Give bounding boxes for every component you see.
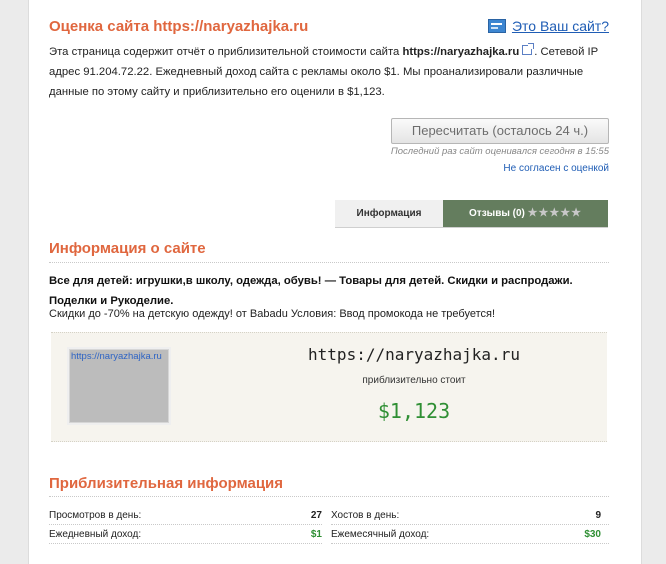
daily-income-label: Ежедневный доход: <box>49 529 142 540</box>
monthly-income-value: $30 <box>584 529 601 540</box>
disagree-link[interactable]: Не согласен с оценкой <box>503 163 609 174</box>
section-divider <box>49 262 609 263</box>
tab-reviews-label: Отзывы (0) <box>469 208 525 219</box>
tab-reviews[interactable]: Отзывы (0) ★★★★★ <box>443 200 608 227</box>
row-divider <box>331 543 609 544</box>
site-card-icon <box>487 19 506 33</box>
row-divider <box>331 524 609 525</box>
valuation-box: https://naryazhajka.ru https://naryazhaj… <box>51 332 607 442</box>
own-site-link-label: Это Ваш сайт? <box>511 18 609 34</box>
external-link-icon[interactable] <box>522 43 535 55</box>
hosts-label: Хостов в день: <box>331 510 400 521</box>
thumbnail-label[interactable]: https://naryazhajka.ru <box>71 351 162 362</box>
intro-part1: Эта страница содержит отчёт о приблизите… <box>49 46 403 58</box>
approx-info-title: Приблизительная информация <box>49 475 284 492</box>
tab-info[interactable]: Информация <box>335 200 443 227</box>
own-site-link[interactable]: Это Ваш сайт? <box>487 18 609 34</box>
daily-income-value: $1 <box>310 529 322 540</box>
monthly-income-label: Ежемесячный доход: <box>331 529 430 540</box>
row-divider <box>49 543 322 544</box>
last-evaluated-note: Последний раз сайт оценивался сегодня в … <box>390 146 609 157</box>
site-price: $1,123 <box>377 399 451 423</box>
row-divider <box>49 524 322 525</box>
page-title: Оценка сайта https://naryazhajka.ru <box>49 18 309 35</box>
site-description: Скидки до -70% на детскую одежду! от Bab… <box>49 308 496 320</box>
valuation-site-url: https://naryazhajka.ru <box>308 345 520 364</box>
approx-label: приблизительно стоит <box>362 375 466 386</box>
views-label: Просмотров в день: <box>49 510 142 521</box>
site-info-title: Информация о сайте <box>49 240 206 257</box>
intro-text: Эта страница содержит отчёт о приблизите… <box>49 42 611 102</box>
rating-stars-icon: ★★★★★ <box>527 207 582 219</box>
tab-divider <box>335 227 608 228</box>
intro-site[interactable]: https://naryazhajka.ru <box>402 46 519 58</box>
views-value: 27 <box>310 510 322 521</box>
main-card: Оценка сайта https://naryazhajka.ru Это … <box>28 0 642 564</box>
site-description-bold: Все для детей: игрушки,в школу, одежда, … <box>49 275 573 307</box>
recalculate-button[interactable]: Пересчитать (осталось 24 ч.) <box>391 118 609 144</box>
section-divider <box>49 496 609 497</box>
hosts-value: 9 <box>595 510 601 521</box>
